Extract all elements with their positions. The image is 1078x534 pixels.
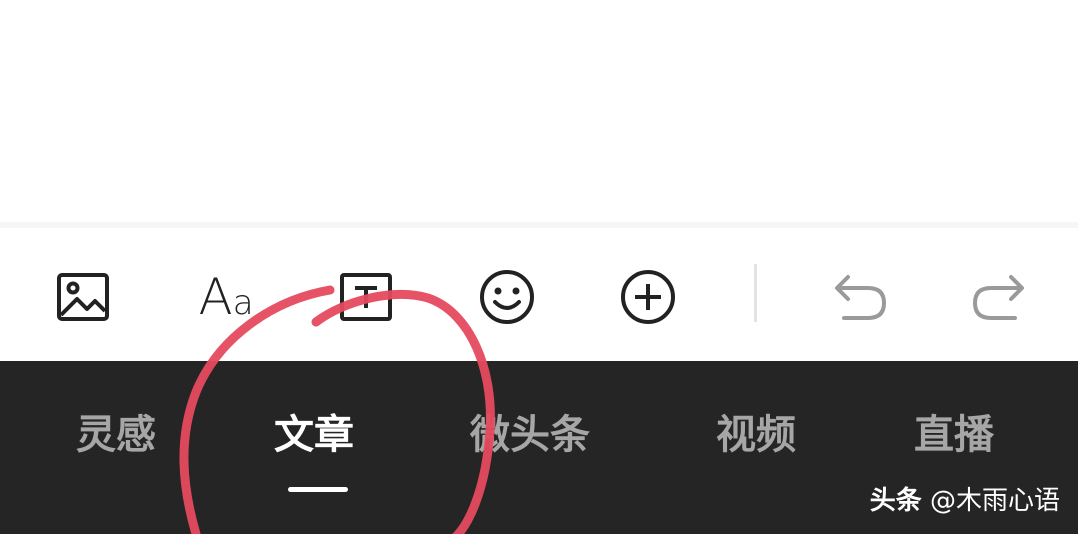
editor-toolbar: Aa	[0, 228, 1078, 361]
plus-circle-icon	[619, 268, 677, 326]
emoji-button[interactable]	[472, 262, 542, 332]
font-format-button[interactable]: Aa	[188, 262, 264, 332]
watermark: 头条 @木雨心语	[870, 481, 1060, 521]
active-tab-indicator	[288, 487, 348, 492]
undo-button[interactable]	[826, 262, 896, 332]
redo-button[interactable]	[963, 262, 1033, 332]
watermark-handle: @木雨心语	[929, 486, 1060, 516]
insert-more-button[interactable]	[613, 262, 683, 332]
insert-image-button[interactable]	[48, 262, 118, 332]
text-box-button[interactable]	[331, 262, 401, 332]
font-icon-cap: A	[198, 268, 233, 326]
editor-content-area[interactable]	[0, 0, 1078, 222]
bottom-tab-bar: 灵感 文章 微头条 视频 直播 头条 @木雨心语	[0, 361, 1078, 534]
redo-icon	[969, 269, 1027, 325]
tab-live[interactable]: 直播	[914, 405, 994, 465]
tab-micro-headline[interactable]: 微头条	[470, 405, 590, 465]
undo-icon	[832, 269, 890, 325]
toolbar-separator	[754, 264, 757, 322]
tab-inspiration[interactable]: 灵感	[76, 405, 156, 465]
font-icon: Aa	[198, 272, 253, 322]
font-icon-low: a	[232, 283, 254, 323]
text-box-icon	[337, 271, 395, 323]
image-icon	[55, 271, 111, 323]
tab-article[interactable]: 文章	[274, 405, 354, 465]
tab-video[interactable]: 视频	[716, 405, 796, 465]
emoji-icon	[478, 268, 536, 326]
watermark-brand: 头条	[869, 486, 922, 516]
